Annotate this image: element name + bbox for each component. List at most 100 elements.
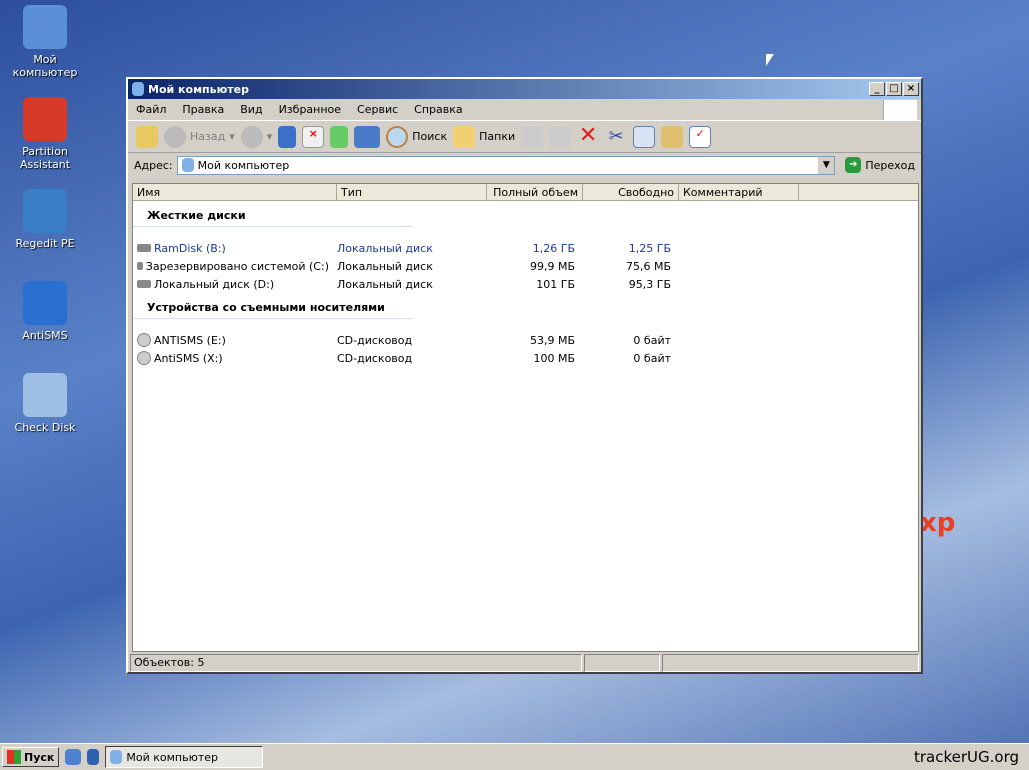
computer-icon xyxy=(110,750,123,764)
drive-total: 99,9 МБ xyxy=(529,259,575,273)
up-folder-icon[interactable] xyxy=(136,125,158,148)
mouse-cursor xyxy=(766,54,774,66)
move-to-icon[interactable] xyxy=(521,125,544,148)
forward-arrow-icon xyxy=(240,125,263,148)
hard-drive-icon xyxy=(137,244,151,252)
column-header[interactable]: Комментарий xyxy=(679,184,799,200)
drive-name: ANTISMS (E:) xyxy=(154,333,226,347)
drive-total: 1,26 ГБ xyxy=(532,241,575,255)
taskbar-item-my-computer[interactable]: Мой компьютер xyxy=(105,746,264,768)
drive-row[interactable]: Зарезервировано системой (C:) Локальный … xyxy=(133,257,918,275)
drive-type: Локальный диск xyxy=(337,259,433,273)
search-label: Поиск xyxy=(412,130,448,143)
menu-item[interactable]: Правка xyxy=(182,103,224,116)
drive-type: CD-дисковод xyxy=(337,333,413,347)
hard-drive-icon xyxy=(137,280,151,288)
column-header[interactable]: Свободно xyxy=(583,184,679,200)
properties-icon[interactable]: ✓ xyxy=(689,125,712,148)
drive-free: 0 байт xyxy=(633,351,671,365)
desktop-icon[interactable]: Check Disk xyxy=(0,373,90,434)
column-header[interactable]: Имя xyxy=(133,184,337,200)
desktop-icon-label: Мой компьютер xyxy=(12,53,78,79)
back-button[interactable]: Назад ▾ xyxy=(164,125,235,148)
column-headers: Имя Тип Полный объем Свободно Комментарий xyxy=(133,184,918,201)
drive-type: CD-дисковод xyxy=(337,351,413,365)
column-header[interactable]: Полный объем xyxy=(487,184,583,200)
drive-free: 75,6 МБ xyxy=(625,259,671,273)
app-icon xyxy=(23,97,67,141)
undo-icon[interactable] xyxy=(278,125,297,148)
stop-icon[interactable]: × xyxy=(302,125,325,148)
drive-row[interactable]: ANTISMS (E:) CD-дисковод 53,9 МБ 0 байт xyxy=(133,331,918,349)
minimize-button[interactable]: _ xyxy=(869,82,885,96)
desktop-icon[interactable]: Partition Assistant xyxy=(0,97,90,171)
drive-total: 53,9 МБ xyxy=(529,333,575,347)
views-icon[interactable] xyxy=(354,125,381,148)
paste-icon[interactable] xyxy=(661,125,684,148)
desktop-icon-label: Regedit PE xyxy=(15,237,75,250)
group-header: Жесткие диски xyxy=(133,205,413,227)
maximize-button[interactable]: □ xyxy=(886,82,902,96)
copy-to-icon[interactable] xyxy=(549,125,572,148)
menu-item[interactable]: Избранное xyxy=(279,103,341,116)
address-dropdown-button[interactable]: ▼ xyxy=(818,156,835,174)
start-label: Пуск xyxy=(24,750,55,764)
menu-item[interactable]: Сервис xyxy=(357,103,398,116)
go-button[interactable]: ➔ Переход xyxy=(839,157,921,173)
menu-bar: Файл Правка Вид Избранное Сервис Справка xyxy=(128,99,921,121)
task-label: Мой компьютер xyxy=(126,750,219,764)
drive-name: Зарезервировано системой (C:) xyxy=(145,259,329,273)
drive-name: RamDisk (B:) xyxy=(154,241,226,255)
menu-item[interactable]: Вид xyxy=(240,103,262,116)
desktop-icon-label: AntiSMS xyxy=(22,329,68,342)
menu-item[interactable]: Справка xyxy=(414,103,462,116)
start-button[interactable]: Пуск xyxy=(2,747,60,767)
drive-row[interactable]: RamDisk (B:) Локальный диск 1,26 ГБ 1,25… xyxy=(133,239,918,257)
address-value: Мой компьютер xyxy=(197,158,290,172)
column-header[interactable]: Тип xyxy=(337,184,487,200)
file-list: Имя Тип Полный объем Свободно Комментарий Же… xyxy=(132,183,919,652)
drive-total: 101 ГБ xyxy=(536,277,575,291)
window-title: Мой компьютер xyxy=(148,82,250,96)
my-computer-window: Мой компьютер _ □ × Файл Правка Вид Избранн… xyxy=(126,77,923,674)
quick-launch-icon[interactable] xyxy=(65,749,82,765)
desktop-icon[interactable]: AntiSMS xyxy=(0,281,90,342)
folders-button[interactable]: Папки xyxy=(453,125,515,148)
group-header: Устройства со съемными носителями xyxy=(133,297,413,319)
windows-flag-icon xyxy=(883,99,917,120)
folders-icon xyxy=(453,125,476,148)
taskbar: Пуск Мой компьютер trackerUG.org xyxy=(0,743,1029,770)
search-button[interactable]: Поиск xyxy=(386,125,448,148)
desktop-icon[interactable]: Мой компьютер xyxy=(0,5,90,79)
app-icon xyxy=(23,5,67,49)
drive-row[interactable]: Локальный диск (D:) Локальный диск 101 Г… xyxy=(133,275,918,293)
status-text: Объектов: 5 xyxy=(130,654,582,672)
drive-free: 0 байт xyxy=(633,333,671,347)
quick-launch-icon[interactable] xyxy=(87,749,100,765)
status-pane xyxy=(662,654,919,672)
menu-item[interactable]: Файл xyxy=(136,103,166,116)
go-arrow-icon: ➔ xyxy=(845,157,862,173)
drive-row[interactable]: AntiSMS (X:) CD-дисковод 100 МБ 0 байт xyxy=(133,349,918,367)
cd-drive-icon xyxy=(137,333,151,347)
desktop-icon-label: Check Disk xyxy=(14,421,76,434)
close-button[interactable]: × xyxy=(903,82,919,96)
forward-button[interactable]: ▾ xyxy=(240,125,272,148)
refresh-icon[interactable] xyxy=(330,125,349,148)
address-bar: Адрес: Мой компьютер ▼ ➔ Переход xyxy=(128,153,921,177)
delete-icon[interactable]: ✕ xyxy=(577,124,599,148)
go-label: Переход xyxy=(865,158,915,172)
cut-icon[interactable]: ✂ xyxy=(605,126,627,148)
hard-drive-icon xyxy=(137,262,143,270)
address-input[interactable]: Мой компьютер ▼ xyxy=(176,155,836,175)
drive-name: AntiSMS (X:) xyxy=(154,351,223,365)
computer-icon xyxy=(132,82,144,96)
app-icon xyxy=(23,373,67,417)
desktop-icon[interactable]: Regedit PE xyxy=(0,189,90,250)
drive-name: Локальный диск (D:) xyxy=(154,277,275,291)
copy-icon[interactable] xyxy=(633,125,656,148)
tracker-watermark: trackerUG.org xyxy=(913,748,1019,766)
computer-icon xyxy=(181,158,194,172)
cd-drive-icon xyxy=(137,351,151,365)
title-bar[interactable]: Мой компьютер _ □ × xyxy=(128,79,921,99)
